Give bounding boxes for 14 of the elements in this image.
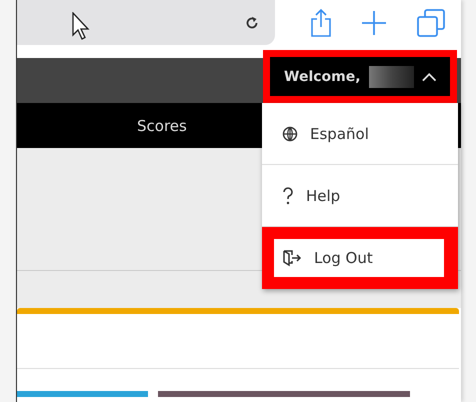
menu-item[interactable]: Log Out (274, 239, 444, 277)
caret-icon (422, 72, 436, 82)
globe-icon (282, 126, 298, 142)
menu-item[interactable]: Help (262, 173, 458, 218)
nav-tab[interactable]: Scores (137, 116, 187, 134)
welcome-menu-button[interactable]: Welcome, (263, 50, 457, 103)
plus-icon[interactable] (360, 10, 387, 36)
cursor-icon (72, 12, 90, 40)
logout-icon (282, 249, 302, 267)
menu-item[interactable]: Español (262, 111, 458, 156)
question-icon (282, 186, 294, 204)
tabs-icon[interactable] (416, 8, 446, 38)
redacted-name (368, 66, 414, 88)
share-icon[interactable] (310, 8, 332, 38)
